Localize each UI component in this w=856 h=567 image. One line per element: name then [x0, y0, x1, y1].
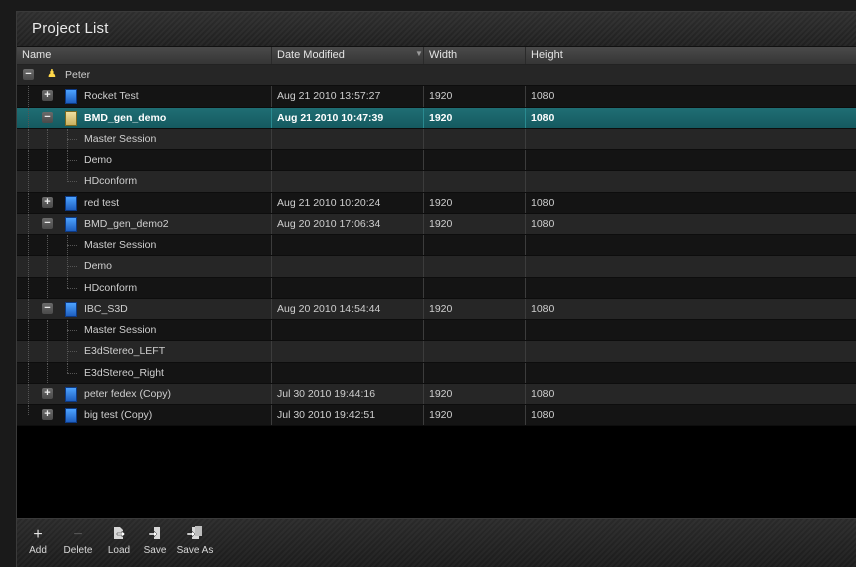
minus-icon: −	[73, 526, 83, 543]
project-name: peter fedex (Copy)	[84, 387, 171, 400]
save-button[interactable]: Save	[140, 525, 170, 556]
width-cell: 1920	[429, 217, 453, 230]
date-cell: Aug 21 2010 10:20:24	[277, 196, 381, 209]
table-row[interactable]: − IBC_S3D Aug 20 2010 14:54:44 1920 1080	[17, 298, 856, 320]
collapse-icon[interactable]: −	[23, 69, 34, 80]
session-row[interactable]: HDconform	[17, 171, 856, 193]
save-as-icon	[173, 525, 217, 545]
table-row[interactable]: + big test (Copy) Jul 30 2010 19:42:51 1…	[17, 405, 856, 427]
save-as-button[interactable]: Save As	[173, 525, 217, 556]
toolbar: + Add − Delete Load Save Save As	[17, 518, 856, 567]
session-row[interactable]: Master Session	[17, 128, 856, 150]
table-row[interactable]: − BMD_gen_demo2 Aug 20 2010 17:06:34 192…	[17, 213, 856, 235]
height-cell: 1080	[531, 90, 555, 103]
width-cell: 1920	[429, 409, 453, 421]
session-name: HDconform	[84, 281, 138, 294]
expand-icon[interactable]: +	[42, 90, 53, 102]
session-name: Master Session	[84, 239, 157, 251]
width-cell: 1920	[429, 90, 453, 103]
collapse-icon[interactable]: −	[42, 217, 53, 229]
session-row[interactable]: Master Session	[17, 320, 856, 342]
height-cell: 1080	[531, 196, 555, 209]
session-name: Master Session	[84, 324, 157, 336]
session-name: Demo	[84, 154, 113, 166]
project-icon	[65, 301, 77, 317]
column-header: Name Date Modified ▼ Width Height	[17, 47, 856, 65]
session-row[interactable]: E3dStereo_LEFT	[17, 341, 856, 363]
session-row[interactable]: Demo	[17, 256, 856, 278]
session-name: E3dStereo_Right	[84, 366, 164, 379]
title-bar: Project List	[17, 12, 856, 47]
project-name: BMD_gen_demo2	[84, 217, 169, 230]
col-width[interactable]: Width	[429, 49, 457, 61]
save-icon	[140, 525, 170, 545]
table-row[interactable]: + peter fedex (Copy) Jul 30 2010 19:44:1…	[17, 383, 856, 405]
project-name: BMD_gen_demo	[84, 111, 167, 124]
col-date-modified[interactable]: Date Modified	[277, 49, 345, 61]
user-icon: ♟	[47, 68, 57, 80]
plus-icon: +	[33, 526, 43, 543]
save-label: Save	[143, 545, 167, 556]
project-name: red test	[84, 196, 120, 209]
load-button[interactable]: Load	[103, 525, 135, 556]
col-height[interactable]: Height	[531, 49, 563, 61]
project-icon	[65, 216, 77, 232]
save-as-label: Save As	[176, 545, 214, 556]
date-cell: Aug 21 2010 13:57:27	[277, 90, 381, 103]
collapse-icon[interactable]: −	[42, 111, 53, 123]
session-name: Demo	[84, 260, 113, 273]
project-icon	[65, 110, 77, 126]
project-name: IBC_S3D	[84, 302, 128, 315]
date-cell: Jul 30 2010 19:42:51	[277, 409, 376, 421]
height-cell: 1080	[531, 302, 555, 315]
add-button[interactable]: + Add	[23, 525, 53, 556]
height-cell: 1080	[531, 217, 555, 230]
date-cell: Aug 21 2010 10:47:39	[277, 111, 384, 124]
project-icon	[65, 89, 77, 105]
date-cell: Aug 20 2010 17:06:34	[277, 217, 381, 230]
project-icon	[65, 195, 77, 211]
load-icon	[103, 525, 135, 545]
project-icon	[65, 408, 77, 423]
tree-row-user[interactable]: − ♟ Peter	[17, 65, 856, 87]
panel-title: Project List	[32, 20, 109, 37]
user-label: Peter	[65, 69, 91, 81]
sort-down-icon: ▼	[415, 49, 423, 58]
delete-button[interactable]: − Delete	[57, 525, 99, 556]
width-cell: 1920	[429, 302, 453, 315]
date-cell: Aug 20 2010 14:54:44	[277, 302, 381, 315]
width-cell: 1920	[429, 196, 453, 209]
collapse-icon[interactable]: −	[42, 302, 53, 314]
height-cell: 1080	[531, 409, 555, 421]
col-name[interactable]: Name	[22, 49, 51, 61]
session-row[interactable]: HDconform	[17, 277, 856, 299]
session-row[interactable]: Master Session	[17, 235, 856, 257]
expand-icon[interactable]: +	[42, 387, 53, 399]
date-cell: Jul 30 2010 19:44:16	[277, 387, 376, 400]
table-row[interactable]: + red test Aug 21 2010 10:20:24 1920 108…	[17, 192, 856, 214]
expand-icon[interactable]: +	[42, 409, 53, 420]
table-row-selected[interactable]: − BMD_gen_demo Aug 21 2010 10:47:39 1920…	[17, 107, 856, 129]
height-cell: 1080	[531, 387, 555, 400]
width-cell: 1920	[429, 111, 453, 124]
session-row[interactable]: Demo	[17, 150, 856, 172]
project-tree: − ♟ Peter + Rocket Test Aug 21 2010 13:5…	[17, 65, 856, 427]
session-name: E3dStereo_LEFT	[84, 345, 166, 358]
width-cell: 1920	[429, 387, 453, 400]
expand-icon[interactable]: +	[42, 196, 53, 208]
session-name: Master Session	[84, 132, 157, 145]
project-list-panel: Project List Name Date Modified ▼ Width …	[16, 11, 856, 567]
session-name: HDconform	[84, 175, 138, 188]
project-icon	[65, 386, 77, 402]
delete-label: Delete	[63, 545, 93, 556]
session-row[interactable]: E3dStereo_Right	[17, 362, 856, 384]
load-label: Load	[107, 545, 131, 556]
add-label: Add	[29, 545, 47, 556]
table-row[interactable]: + Rocket Test Aug 21 2010 13:57:27 1920 …	[17, 86, 856, 108]
project-name: Rocket Test	[84, 90, 139, 103]
project-name: big test (Copy)	[84, 409, 153, 421]
height-cell: 1080	[531, 111, 555, 124]
